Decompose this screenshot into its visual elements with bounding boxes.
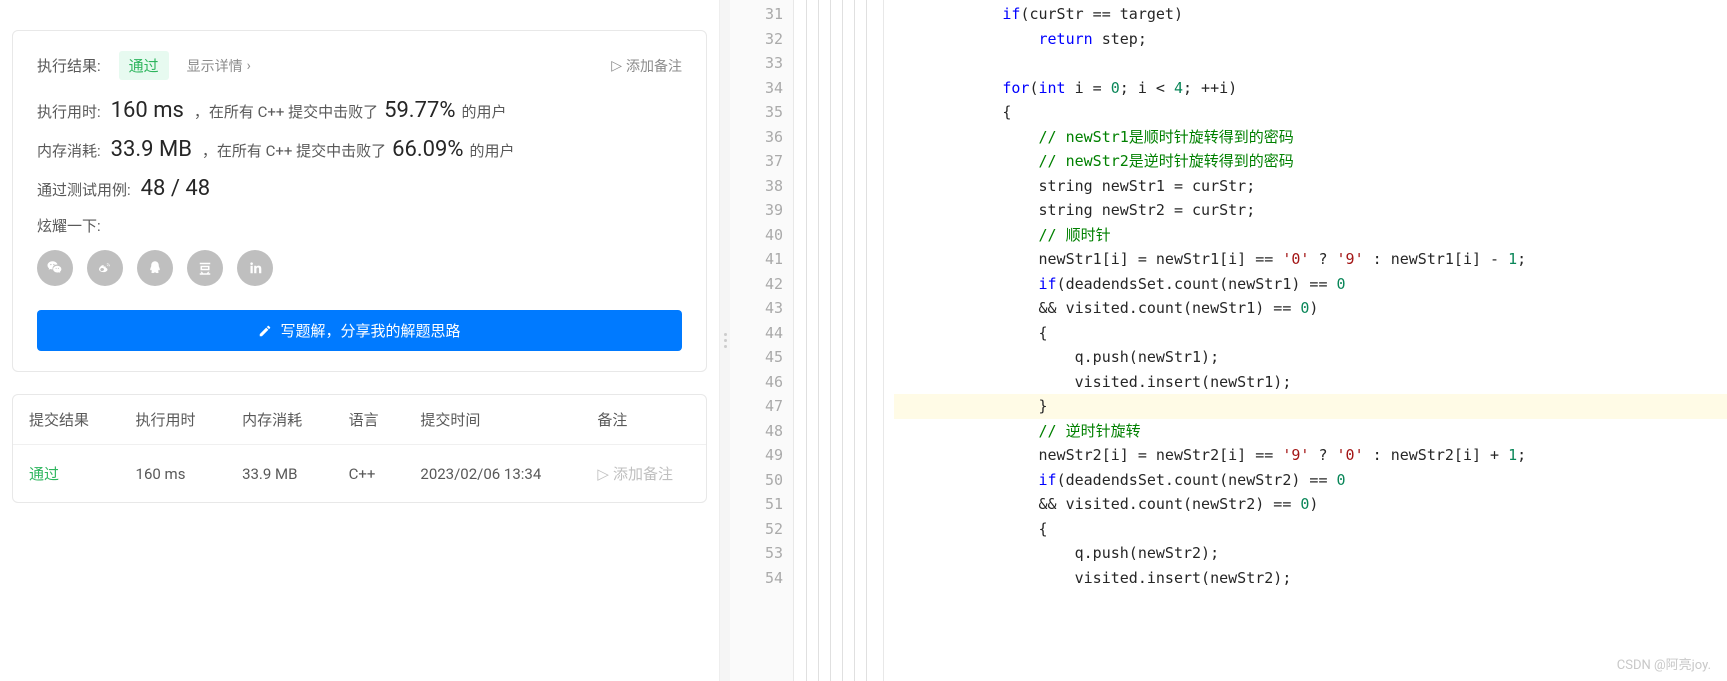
col-memory: 内存消耗 — [226, 395, 333, 445]
code-line[interactable]: // newStr1是顺时针旋转得到的密码 — [894, 125, 1727, 150]
cell-time: 2023/02/06 13:34 — [404, 445, 581, 503]
code-line[interactable]: q.push(newStr1); — [894, 345, 1727, 370]
result-card: 执行结果: 通过 显示详情 › ▷ 添加备注 执行用时: 160 ms ，在所有… — [12, 30, 707, 372]
line-number: 34 — [730, 76, 783, 101]
line-number: 43 — [730, 296, 783, 321]
line-number: 33 — [730, 51, 783, 76]
douban-icon[interactable] — [187, 250, 223, 286]
result-link[interactable]: 通过 — [29, 465, 59, 483]
show-details-link[interactable]: 显示详情 › — [187, 56, 251, 76]
line-number: 52 — [730, 517, 783, 542]
line-number: 35 — [730, 100, 783, 125]
history-card: 提交结果 执行用时 内存消耗 语言 提交时间 备注 通过 160 ms 33.9… — [12, 394, 707, 503]
result-label: 执行结果: — [37, 55, 101, 76]
line-numbers: 3132333435363738394041424344454647484950… — [730, 0, 794, 681]
memory-row: 内存消耗: 33.9 MB ，在所有 C++ 提交中击败了 66.09% 的用户 — [37, 137, 682, 162]
line-number: 51 — [730, 492, 783, 517]
line-number: 53 — [730, 541, 783, 566]
pencil-icon — [258, 324, 272, 338]
add-note-cell[interactable]: ▷添加备注 — [597, 463, 690, 484]
code-line[interactable]: for(int i = 0; i < 4; ++i) — [894, 76, 1727, 101]
line-number: 48 — [730, 419, 783, 444]
col-time: 提交时间 — [404, 395, 581, 445]
line-number: 45 — [730, 345, 783, 370]
flag-icon: ▷ — [611, 58, 622, 74]
cell-runtime: 160 ms — [120, 445, 227, 503]
code-line[interactable]: // 顺时针 — [894, 223, 1727, 248]
chevron-right-icon: › — [247, 58, 251, 74]
line-number: 54 — [730, 566, 783, 591]
code-line[interactable]: visited.insert(newStr1); — [894, 370, 1727, 395]
code-line[interactable]: && visited.count(newStr2) == 0) — [894, 492, 1727, 517]
share-label: 炫耀一下: — [37, 215, 682, 236]
col-runtime: 执行用时 — [120, 395, 227, 445]
code-line[interactable]: string newStr2 = curStr; — [894, 198, 1727, 223]
flag-icon: ▷ — [597, 465, 609, 483]
memory-value: 33.9 MB — [111, 137, 192, 162]
line-number: 36 — [730, 125, 783, 150]
line-number: 31 — [730, 2, 783, 27]
linkedin-icon[interactable] — [237, 250, 273, 286]
add-note-button[interactable]: ▷ 添加备注 — [611, 56, 682, 76]
line-number: 40 — [730, 223, 783, 248]
result-panel: 执行结果: 通过 显示详情 › ▷ 添加备注 执行用时: 160 ms ，在所有… — [0, 0, 720, 681]
code-line[interactable]: { — [894, 100, 1727, 125]
line-number: 42 — [730, 272, 783, 297]
line-number: 47 — [730, 394, 783, 419]
panel-splitter[interactable] — [720, 0, 730, 681]
code-line[interactable]: return step; — [894, 27, 1727, 52]
table-header-row: 提交结果 执行用时 内存消耗 语言 提交时间 备注 — [13, 395, 706, 445]
testcase-value: 48 / 48 — [141, 176, 210, 201]
code-line[interactable]: { — [894, 517, 1727, 542]
code-line[interactable]: q.push(newStr2); — [894, 541, 1727, 566]
line-number: 49 — [730, 443, 783, 468]
write-solution-button[interactable]: 写题解，分享我的解题思路 — [37, 310, 682, 351]
line-number: 46 — [730, 370, 783, 395]
wechat-icon[interactable] — [37, 250, 73, 286]
table-row[interactable]: 通过 160 ms 33.9 MB C++ 2023/02/06 13:34 ▷… — [13, 445, 706, 503]
runtime-row: 执行用时: 160 ms ，在所有 C++ 提交中击败了 59.77% 的用户 — [37, 98, 682, 123]
code-line[interactable] — [894, 51, 1727, 76]
col-note: 备注 — [581, 395, 706, 445]
line-number: 44 — [730, 321, 783, 346]
weibo-icon[interactable] — [87, 250, 123, 286]
cell-memory: 33.9 MB — [226, 445, 333, 503]
code-line[interactable]: if(deadendsSet.count(newStr1) == 0 — [894, 272, 1727, 297]
code-panel: 3132333435363738394041424344454647484950… — [730, 0, 1727, 681]
col-result: 提交结果 — [13, 395, 120, 445]
testcase-row: 通过测试用例: 48 / 48 — [37, 176, 682, 201]
code-line[interactable]: newStr1[i] = newStr1[i] == '0' ? '9' : n… — [894, 247, 1727, 272]
watermark: CSDN @阿亮joy. — [1617, 654, 1711, 673]
code-line[interactable]: visited.insert(newStr2); — [894, 566, 1727, 591]
code-line[interactable]: } — [894, 394, 1727, 419]
memory-percent: 66.09% — [392, 137, 463, 162]
code-line[interactable]: { — [894, 321, 1727, 346]
line-number: 38 — [730, 174, 783, 199]
line-number: 39 — [730, 198, 783, 223]
code-line[interactable]: if(curStr == target) — [894, 2, 1727, 27]
fold-gutter — [794, 0, 884, 681]
history-table: 提交结果 执行用时 内存消耗 语言 提交时间 备注 通过 160 ms 33.9… — [13, 395, 706, 502]
runtime-value: 160 ms — [111, 98, 184, 123]
line-number: 50 — [730, 468, 783, 493]
code-line[interactable]: && visited.count(newStr1) == 0) — [894, 296, 1727, 321]
line-number: 37 — [730, 149, 783, 174]
code-line[interactable]: newStr2[i] = newStr2[i] == '9' ? '0' : n… — [894, 443, 1727, 468]
share-icons — [37, 250, 682, 286]
line-number: 32 — [730, 27, 783, 52]
col-lang: 语言 — [333, 395, 405, 445]
code-editor[interactable]: if(curStr == target) return step; for(in… — [884, 0, 1727, 681]
code-line[interactable]: string newStr1 = curStr; — [894, 174, 1727, 199]
code-line[interactable]: // 逆时针旋转 — [894, 419, 1727, 444]
result-header: 执行结果: 通过 显示详情 › ▷ 添加备注 — [37, 51, 682, 80]
status-badge: 通过 — [119, 51, 169, 80]
code-line[interactable]: // newStr2是逆时针旋转得到的密码 — [894, 149, 1727, 174]
line-number: 41 — [730, 247, 783, 272]
cell-lang: C++ — [333, 445, 405, 503]
qq-icon[interactable] — [137, 250, 173, 286]
code-line[interactable]: if(deadendsSet.count(newStr2) == 0 — [894, 468, 1727, 493]
runtime-percent: 59.77% — [384, 98, 455, 123]
